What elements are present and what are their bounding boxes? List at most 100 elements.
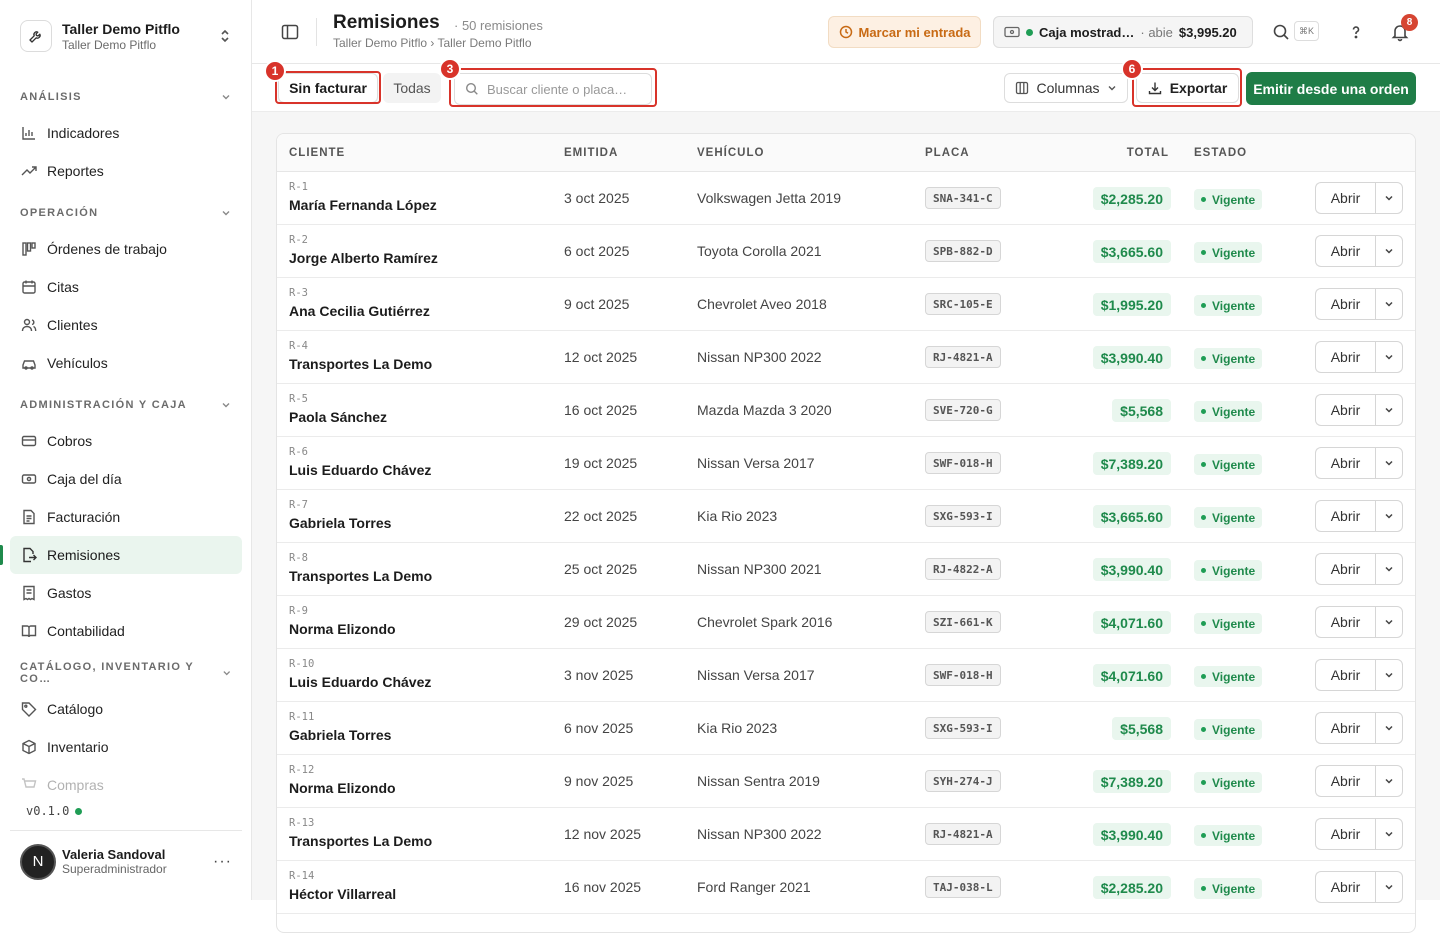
user-menu[interactable]: N Valeria Sandoval Superadministrador ··…: [10, 830, 242, 892]
sidebar-item-reportes[interactable]: Reportes: [10, 152, 242, 190]
table-row[interactable]: R-2 Jorge Alberto Ramírez 6 oct 2025 Toyota…: [277, 225, 1415, 278]
open-button[interactable]: Abrir: [1315, 818, 1375, 850]
sidebar-item-citas[interactable]: Citas: [10, 268, 242, 306]
open-button[interactable]: Abrir: [1315, 235, 1375, 267]
sidebar-item-remisiones[interactable]: Remisiones: [0, 536, 242, 574]
tab-sin-facturar[interactable]: Sin facturar: [278, 73, 378, 103]
row-actions-dropdown[interactable]: [1375, 606, 1403, 638]
emit-from-order-button[interactable]: Emitir desde una orden: [1246, 72, 1416, 105]
table-row[interactable]: R-9 Norma Elizondo 29 oct 2025 Chevrolet Sp…: [277, 596, 1415, 649]
open-button[interactable]: Abrir: [1315, 712, 1375, 744]
marker-badge: 3: [439, 58, 461, 80]
row-actions-dropdown[interactable]: [1375, 871, 1403, 903]
open-button[interactable]: Abrir: [1315, 341, 1375, 373]
open-button[interactable]: Abrir: [1315, 288, 1375, 320]
help-icon[interactable]: [1346, 22, 1366, 42]
row-actions-dropdown[interactable]: [1375, 447, 1403, 479]
table-row[interactable]: R-13 Transportes La Demo 12 nov 2025 Nissan…: [277, 808, 1415, 861]
vehicle: Nissan Versa 2017: [697, 455, 815, 471]
column-header[interactable]: PLACA: [925, 147, 970, 159]
column-header[interactable]: VEHÍCULO: [697, 147, 764, 159]
open-button[interactable]: Abrir: [1315, 553, 1375, 585]
sidebar-item-caja[interactable]: Caja del día: [10, 460, 242, 498]
row-actions-dropdown[interactable]: [1375, 659, 1403, 691]
vehicle: Toyota Corolla 2021: [697, 243, 822, 259]
table-row[interactable]: R-1 María Fernanda López 3 oct 2025 Volkswa…: [277, 172, 1415, 225]
open-button[interactable]: Abrir: [1315, 500, 1375, 532]
sidebar-item-facturacion[interactable]: Facturación: [10, 498, 242, 536]
row-actions-dropdown[interactable]: [1375, 288, 1403, 320]
chevron-down-icon: [1385, 513, 1393, 519]
search-input[interactable]: [487, 81, 637, 97]
plate-badge: SYH-274-J: [925, 770, 1001, 792]
row-actions-dropdown[interactable]: [1375, 500, 1403, 532]
table-row[interactable]: R-6 Luis Eduardo Chávez 19 oct 2025 Nissan …: [277, 437, 1415, 490]
table-row[interactable]: R-8 Transportes La Demo 25 oct 2025 Nissan …: [277, 543, 1415, 596]
column-header[interactable]: CLIENTE: [289, 147, 345, 159]
sidebar-item-clientes[interactable]: Clientes: [10, 306, 242, 344]
sidebar-item-ordenes[interactable]: Órdenes de trabajo: [10, 230, 242, 268]
open-button[interactable]: Abrir: [1315, 871, 1375, 903]
sidebar-item-contabilidad[interactable]: Contabilidad: [10, 612, 242, 650]
row-actions-dropdown[interactable]: [1375, 341, 1403, 373]
sidebar-item-vehiculos[interactable]: Vehículos: [10, 344, 242, 382]
status-text: Vigente: [1212, 616, 1256, 631]
table-row[interactable]: R-10 Luis Eduardo Chávez 3 nov 2025 Nissan …: [277, 649, 1415, 702]
more-options-icon[interactable]: ···: [213, 853, 232, 871]
marker-badge: 1: [264, 60, 286, 82]
export-button[interactable]: Exportar: [1136, 73, 1239, 103]
table-row[interactable]: R-3 Ana Cecilia Gutiérrez 9 oct 2025 Chevro…: [277, 278, 1415, 331]
open-button[interactable]: Abrir: [1315, 765, 1375, 797]
sidebar-item-label: Caja del día: [47, 471, 122, 487]
sidebar-item-compras[interactable]: Compras: [10, 766, 242, 804]
table-row[interactable]: R-14 Héctor Villarreal 16 nov 2025 Ford Ran…: [277, 861, 1415, 914]
search-icon[interactable]: [1271, 22, 1291, 42]
sidebar-item-catalogo[interactable]: Catálogo: [10, 690, 242, 728]
sidebar-item-label: Indicadores: [47, 125, 120, 141]
table-row[interactable]: R-12 Norma Elizondo 9 nov 2025 Nissan Sentr…: [277, 755, 1415, 808]
tab-todas[interactable]: Todas: [383, 73, 441, 103]
sidebar-item-cobros[interactable]: Cobros: [10, 422, 242, 460]
column-header[interactable]: TOTAL: [1127, 147, 1169, 159]
row-actions-dropdown[interactable]: [1375, 712, 1403, 744]
row-actions-dropdown[interactable]: [1375, 553, 1403, 585]
open-button[interactable]: Abrir: [1315, 447, 1375, 479]
row-actions-dropdown[interactable]: [1375, 182, 1403, 214]
section-catalogo[interactable]: CATÁLOGO, INVENTARIO Y CO…: [10, 656, 242, 690]
section-administracion[interactable]: ADMINISTRACIÓN Y CAJA: [10, 388, 242, 422]
issued-date: 9 oct 2025: [564, 296, 630, 312]
open-button[interactable]: Abrir: [1315, 659, 1375, 691]
check-in-button[interactable]: Marcar mi entrada: [828, 16, 981, 48]
plate-badge: SPB-882-D: [925, 240, 1001, 262]
table-row[interactable]: R-5 Paola Sánchez 16 oct 2025 Mazda Mazda 3…: [277, 384, 1415, 437]
section-analisis[interactable]: ANÁLISIS: [10, 80, 242, 114]
table-row[interactable]: R-4 Transportes La Demo 12 oct 2025 Nissan …: [277, 331, 1415, 384]
table-row[interactable]: R-11 Gabriela Torres 6 nov 2025 Kia Rio 202…: [277, 702, 1415, 755]
cash-register-selector[interactable]: Caja mostrad… · abie $3,995.20: [993, 16, 1253, 48]
workspace-switcher[interactable]: Taller Demo Pitflo Taller Demo Pitflo: [10, 8, 242, 64]
open-button[interactable]: Abrir: [1315, 182, 1375, 214]
issued-date: 22 oct 2025: [564, 508, 638, 524]
status-dot: [1201, 303, 1206, 308]
sidebar-item-inventario[interactable]: Inventario: [10, 728, 242, 766]
row-actions-dropdown[interactable]: [1375, 765, 1403, 797]
open-button[interactable]: Abrir: [1315, 394, 1375, 426]
record-count-text: 50 remisiones: [461, 18, 543, 33]
column-header[interactable]: ESTADO: [1194, 147, 1247, 159]
table-row[interactable]: R-7 Gabriela Torres 22 oct 2025 Kia Rio 202…: [277, 490, 1415, 543]
sidebar-toggle-icon[interactable]: [280, 22, 300, 42]
sidebar-item-label: Remisiones: [47, 547, 121, 563]
clock-icon: [839, 25, 852, 39]
section-title: ADMINISTRACIÓN Y CAJA: [20, 399, 187, 411]
row-actions-dropdown[interactable]: [1375, 394, 1403, 426]
plate-badge: SXG-593-I: [925, 505, 1001, 527]
column-header[interactable]: EMITIDA: [564, 147, 618, 159]
open-button[interactable]: Abrir: [1315, 606, 1375, 638]
sidebar-item-indicadores[interactable]: Indicadores: [10, 114, 242, 152]
sidebar-item-gastos[interactable]: Gastos: [10, 574, 242, 612]
section-operacion[interactable]: OPERACIÓN: [10, 196, 242, 230]
cash-register-state: · abie: [1140, 24, 1173, 40]
columns-button[interactable]: Columnas: [1004, 73, 1128, 103]
row-actions-dropdown[interactable]: [1375, 818, 1403, 850]
row-actions-dropdown[interactable]: [1375, 235, 1403, 267]
